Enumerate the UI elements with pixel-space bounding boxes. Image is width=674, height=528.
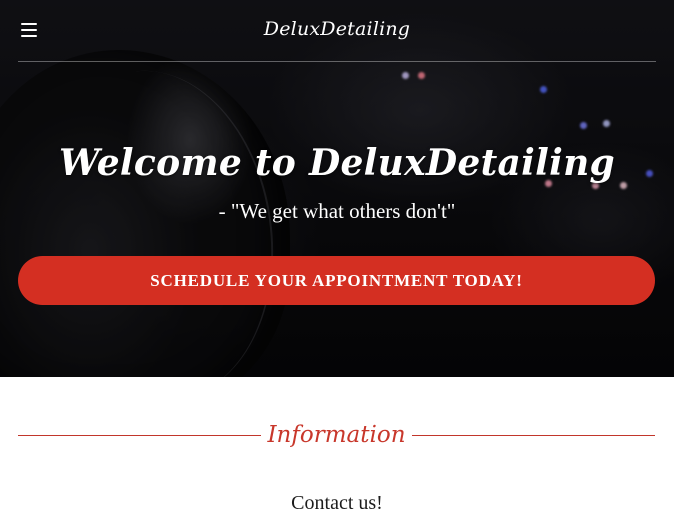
- page: DeluxDetailing Welcome to DeluxDetailing…: [0, 0, 674, 528]
- information-heading-row: Information: [18, 416, 655, 456]
- hero-subtitle: - "We get what others don't": [218, 199, 456, 223]
- schedule-appointment-button[interactable]: SCHEDULE YOUR APPOINTMENT TODAY!: [18, 256, 655, 305]
- hero-title: Welcome to DeluxDetailing: [58, 142, 616, 184]
- site-header: DeluxDetailing: [18, 0, 656, 62]
- contact-us-text: Contact us!: [291, 492, 383, 514]
- site-brand-logo[interactable]: DeluxDetailing: [18, 18, 656, 40]
- heading-divider-right: [412, 435, 655, 436]
- hero-section: DeluxDetailing Welcome to DeluxDetailing…: [0, 0, 674, 377]
